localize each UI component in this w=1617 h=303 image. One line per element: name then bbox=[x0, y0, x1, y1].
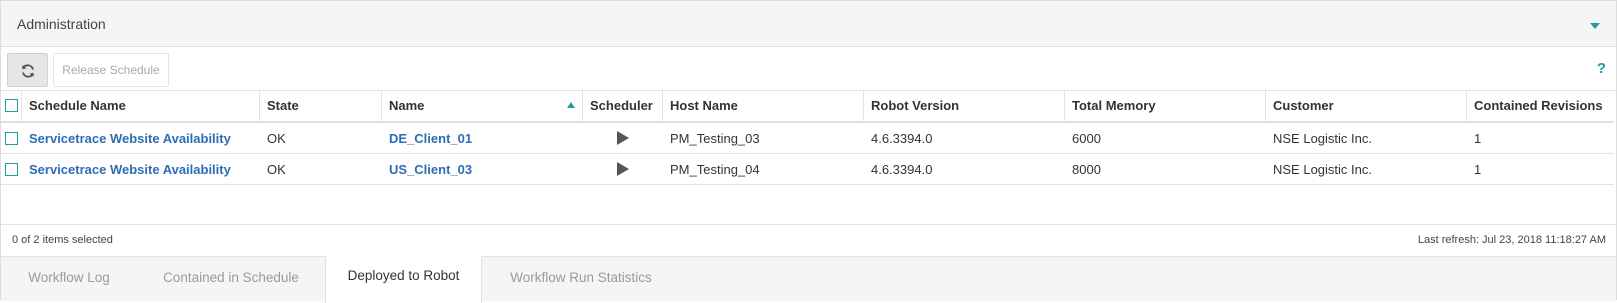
column-header-host-name[interactable]: Host Name bbox=[663, 91, 864, 121]
select-all-checkbox[interactable] bbox=[5, 98, 18, 112]
column-header-scheduler[interactable]: Scheduler bbox=[583, 91, 663, 121]
table-row[interactable]: Servicetrace Website Availability OK DE_… bbox=[1, 123, 1614, 154]
column-header-customer[interactable]: Customer bbox=[1266, 91, 1467, 121]
column-header-robot-version[interactable]: Robot Version bbox=[864, 91, 1065, 121]
column-header-contained-revisions[interactable]: Contained Revisions bbox=[1467, 91, 1614, 121]
column-header-schedule-name[interactable]: Schedule Name bbox=[22, 91, 260, 121]
contained-revisions-cell: 1 bbox=[1474, 131, 1482, 146]
toolbar: Release Schedule ? bbox=[1, 47, 1616, 91]
state-cell: OK bbox=[267, 131, 286, 146]
total-memory-cell: 8000 bbox=[1072, 162, 1101, 177]
robot-version-cell: 4.6.3394.0 bbox=[871, 162, 933, 177]
table-row[interactable]: Servicetrace Website Availability OK US_… bbox=[1, 154, 1614, 185]
host-name-cell: PM_Testing_04 bbox=[670, 162, 760, 177]
column-header-name[interactable]: Name bbox=[382, 91, 583, 121]
schedule-name-link[interactable]: Servicetrace Website Availability bbox=[22, 154, 260, 184]
row-checkbox[interactable] bbox=[5, 131, 18, 145]
robot-name-link[interactable]: DE_Client_01 bbox=[382, 123, 583, 153]
chevron-down-icon[interactable] bbox=[1590, 17, 1604, 29]
play-icon[interactable] bbox=[617, 131, 629, 146]
robot-name-link[interactable]: US_Client_03 bbox=[382, 154, 583, 184]
grid-header-row: Schedule Name State Name Scheduler Host … bbox=[1, 91, 1614, 123]
row-checkbox[interactable] bbox=[5, 162, 18, 176]
schedule-name-link[interactable]: Servicetrace Website Availability bbox=[22, 123, 260, 153]
refresh-icon bbox=[22, 64, 34, 78]
tab-contained-in-schedule[interactable]: Contained in Schedule bbox=[137, 257, 325, 302]
column-header-total-memory[interactable]: Total Memory bbox=[1065, 91, 1266, 121]
administration-panel: Administration Release Schedule ? Schedu… bbox=[0, 0, 1617, 303]
customer-cell: NSE Logistic Inc. bbox=[1273, 131, 1372, 146]
scheduler-cell bbox=[583, 154, 663, 184]
last-refresh-timestamp: Last refresh: Jul 23, 2018 11:18:27 AM bbox=[1417, 234, 1606, 246]
schedule-grid: Schedule Name State Name Scheduler Host … bbox=[1, 91, 1614, 185]
panel-title: Administration bbox=[17, 16, 106, 32]
play-icon[interactable] bbox=[617, 162, 629, 177]
row-select-cell bbox=[1, 154, 22, 184]
tab-workflow-log[interactable]: Workflow Log bbox=[1, 257, 137, 302]
selected-count: 0 of 2 items selected bbox=[12, 234, 113, 246]
panel-header[interactable]: Administration bbox=[1, 1, 1616, 47]
detail-tabs: Workflow Log Contained in Schedule Deplo… bbox=[1, 256, 1616, 303]
state-cell: OK bbox=[267, 162, 286, 177]
row-select-cell bbox=[1, 123, 22, 153]
column-header-name-label: Name bbox=[389, 98, 425, 113]
column-header-state[interactable]: State bbox=[260, 91, 382, 121]
total-memory-cell: 6000 bbox=[1072, 131, 1101, 146]
tab-deployed-to-robot[interactable]: Deployed to Robot bbox=[325, 256, 482, 303]
robot-version-cell: 4.6.3394.0 bbox=[871, 131, 933, 146]
tab-workflow-run-statistics[interactable]: Workflow Run Statistics bbox=[482, 257, 680, 302]
host-name-cell: PM_Testing_03 bbox=[670, 131, 760, 146]
select-all-cell bbox=[1, 91, 22, 121]
scheduler-cell bbox=[583, 123, 663, 153]
release-schedule-button[interactable]: Release Schedule bbox=[53, 53, 169, 87]
status-bar: 0 of 2 items selected Last refresh: Jul … bbox=[1, 224, 1616, 256]
help-icon[interactable]: ? bbox=[1597, 60, 1606, 77]
sort-ascending-icon bbox=[567, 102, 575, 108]
contained-revisions-cell: 1 bbox=[1474, 162, 1482, 177]
refresh-button[interactable] bbox=[7, 53, 48, 87]
customer-cell: NSE Logistic Inc. bbox=[1273, 162, 1372, 177]
